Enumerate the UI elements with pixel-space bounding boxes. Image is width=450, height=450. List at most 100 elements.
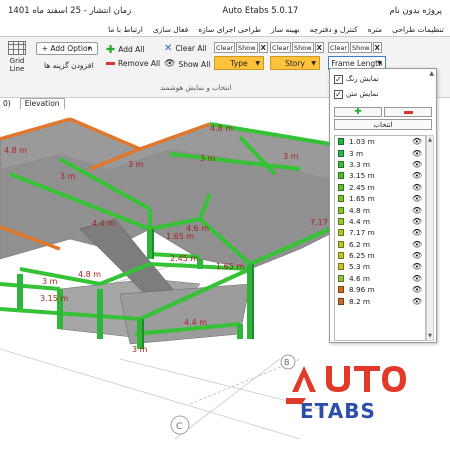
frame-length-label: 3.15 m <box>349 171 375 181</box>
panel-scrollbar[interactable]: ▲ ▼ <box>426 135 434 341</box>
color-swatch <box>338 286 344 294</box>
frame-length-item[interactable]: 3 m 👁 <box>335 147 425 158</box>
add-option-chevron-icon: ▾ <box>88 45 92 52</box>
frame-length-label: 8.2 m <box>349 296 371 306</box>
eye-icon[interactable]: 👁 <box>412 149 422 158</box>
show-color-option[interactable]: ✓ نمایش رنگ <box>334 73 432 85</box>
eye-icon[interactable]: 👁 <box>412 137 422 146</box>
type-dropdown[interactable]: Type <box>214 56 264 70</box>
eye-icon[interactable]: 👁 <box>412 160 422 169</box>
frame-length-item[interactable]: 1.65 m 👁 <box>335 193 425 204</box>
color-swatch <box>338 206 344 214</box>
checkbox-checked-icon[interactable]: ✓ <box>334 74 343 84</box>
menu-item-activation[interactable]: فعال سازی <box>153 25 188 34</box>
frame-length-item[interactable]: 5.3 m 👁 <box>335 261 425 272</box>
add-all-button[interactable]: ✚ Add All <box>106 43 144 56</box>
frame-length-item[interactable]: 1.03 m 👁 <box>335 136 425 147</box>
add-option-hint: افزودن گزینه ها <box>44 61 94 70</box>
frame-length-item[interactable]: 4.8 m 👁 <box>335 204 425 215</box>
menu-item-structure-design[interactable]: طراحی اجرای سازه <box>198 25 261 34</box>
frame-length-item[interactable]: 3.15 m 👁 <box>335 170 425 181</box>
plus-icon: ✚ <box>106 43 116 56</box>
auto-etabs-logo: ETABS <box>286 366 406 423</box>
frame-length-item[interactable]: 4.6 m 👁 <box>335 273 425 284</box>
eye-icon[interactable]: 👁 <box>412 183 422 192</box>
story-dropdown[interactable]: Story <box>270 56 320 70</box>
clear-all-button[interactable]: ✕ Clear All <box>164 43 207 54</box>
eye-icon[interactable]: 👁 <box>412 285 422 294</box>
length-label: 4.4 m <box>184 318 207 327</box>
color-swatch <box>338 195 344 203</box>
menu-item-contact[interactable]: ارتباط با ما <box>108 25 143 34</box>
logo-bottom-word: ETABS <box>300 399 375 423</box>
frame-length-clear-button[interactable]: Clear <box>328 42 349 53</box>
frame-length-item[interactable]: 6.25 m 👁 <box>335 250 425 261</box>
frame-length-label: 4.8 m <box>349 205 371 215</box>
grid-line-button[interactable]: Grid Line <box>4 41 30 89</box>
length-label: 3 m <box>200 154 216 163</box>
story-close-button[interactable]: X <box>314 42 324 53</box>
panel-add-button[interactable]: ✚ <box>334 107 382 117</box>
color-swatch <box>338 172 344 180</box>
frame-length-label: 6.25 m <box>349 251 375 261</box>
eye-icon[interactable]: 👁 <box>412 297 422 306</box>
eye-icon[interactable]: 👁 <box>412 171 422 180</box>
length-label: 3 m <box>132 345 148 354</box>
close-icon: ✕ <box>164 43 173 54</box>
type-show-button[interactable]: Show <box>236 42 258 53</box>
panel-remove-button[interactable] <box>384 107 432 117</box>
frame-length-item[interactable]: 4.4 m 👁 <box>335 216 425 227</box>
checkbox-checked-icon[interactable]: ✓ <box>334 89 343 99</box>
frame-length-label: 3 m <box>349 148 364 158</box>
menu-item-quantity[interactable]: متره <box>368 25 382 34</box>
tab-elevation[interactable]: Elevation <box>19 98 65 109</box>
length-label: 2.45 m <box>170 254 198 263</box>
eye-icon[interactable]: 👁 <box>412 262 422 271</box>
frame-length-label: 7.17 m <box>349 228 375 238</box>
show-text-option[interactable]: ✓ نمایش متن <box>334 88 432 100</box>
eye-icon[interactable]: 👁 <box>412 206 422 215</box>
length-label: 4.4 m <box>92 219 115 228</box>
frame-length-item[interactable]: 6.2 m 👁 <box>335 239 425 250</box>
eye-icon[interactable]: 👁 <box>412 217 422 226</box>
menu-item-design-settings[interactable]: تنظیمات طراحی <box>392 25 444 34</box>
type-clear-button[interactable]: Clear <box>214 42 235 53</box>
scroll-up-icon[interactable]: ▲ <box>427 136 433 144</box>
frame-length-show-button[interactable]: Show <box>350 42 372 53</box>
length-label: 4.8 m <box>78 270 101 279</box>
color-swatch <box>338 240 344 248</box>
time-label: زمان انتشار - 25 اسفند ماه 1401 <box>8 6 132 16</box>
frame-length-item[interactable]: 8.2 m 👁 <box>335 295 425 306</box>
add-all-label: Add All <box>118 45 145 54</box>
eye-icon[interactable]: 👁 <box>412 240 422 249</box>
eye-icon[interactable]: 👁 <box>412 194 422 203</box>
frame-length-item[interactable]: 8.96 m 👁 <box>335 284 425 295</box>
menu-item-optimizer[interactable]: بهینه ساز <box>271 25 300 34</box>
frame-length-close-button[interactable]: X <box>372 42 382 53</box>
color-swatch <box>338 274 344 282</box>
eye-icon[interactable]: 👁 <box>412 251 422 260</box>
frame-length-item[interactable]: 2.45 m 👁 <box>335 182 425 193</box>
story-clear-button[interactable]: Clear <box>270 42 291 53</box>
length-label: 3 m <box>42 277 58 286</box>
scroll-down-icon[interactable]: ▼ <box>427 332 433 340</box>
frame-length-label: 6.2 m <box>349 239 371 249</box>
story-show-button[interactable]: Show <box>292 42 314 53</box>
show-color-label: نمایش رنگ <box>346 75 379 83</box>
clear-all-label: Clear All <box>175 44 207 53</box>
view-number: 0) <box>3 99 11 108</box>
color-swatch <box>338 229 344 237</box>
color-swatch <box>338 252 344 260</box>
length-label: 4.6 m <box>186 224 209 233</box>
eye-icon[interactable]: 👁 <box>412 228 422 237</box>
menu-item-control[interactable]: کنترل و دفترچه <box>310 25 358 34</box>
frame-length-item[interactable]: 3.3 m 👁 <box>335 159 425 170</box>
frame-length-label: 4.6 m <box>349 273 371 283</box>
frame-length-item[interactable]: 7.17 m 👁 <box>335 227 425 238</box>
type-close-button[interactable]: X <box>258 42 268 53</box>
select-button[interactable]: انتخاب <box>334 119 432 130</box>
eye-icon[interactable]: 👁 <box>412 274 422 283</box>
project-name: پروژه بدون نام <box>389 6 442 16</box>
show-all-button[interactable]: 👁 Show All <box>164 59 210 69</box>
remove-all-button[interactable]: Remove All <box>106 59 160 68</box>
